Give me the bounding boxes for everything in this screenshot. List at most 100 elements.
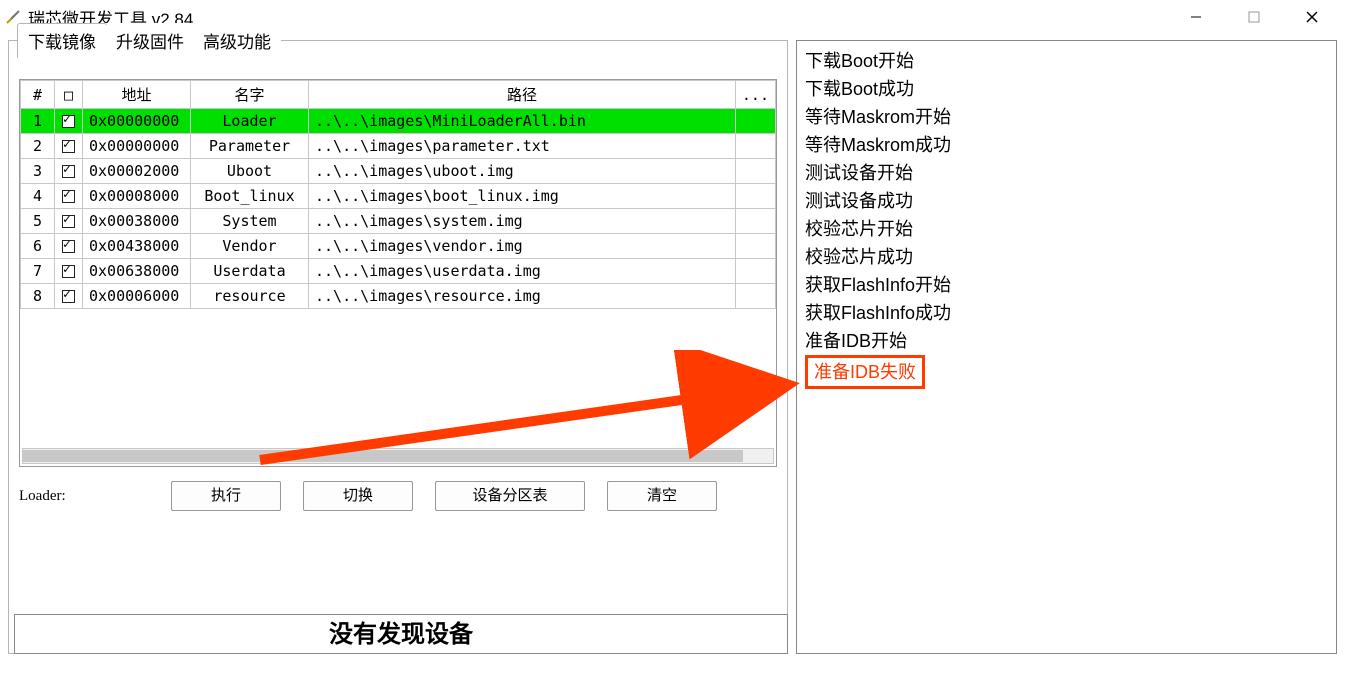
log-line: 等待Maskrom开始 xyxy=(805,103,1328,131)
log-line: 准备IDB开始 xyxy=(805,327,1328,355)
cell-path: ..\..\images\MiniLoaderAll.bin xyxy=(309,109,736,134)
cell-name: Parameter xyxy=(191,134,309,159)
col-num[interactable]: # xyxy=(21,81,55,109)
cell-path: ..\..\images\boot_linux.img xyxy=(309,184,736,209)
cell-addr: 0x00008000 xyxy=(83,184,191,209)
checkbox-icon[interactable] xyxy=(62,190,75,203)
cell-addr: 0x00438000 xyxy=(83,234,191,259)
cell-addr: 0x00000000 xyxy=(83,134,191,159)
cell-dots[interactable] xyxy=(735,259,775,284)
cell-addr: 0x00002000 xyxy=(83,159,191,184)
cell-path: ..\..\images\uboot.img xyxy=(309,159,736,184)
cell-path: ..\..\images\system.img xyxy=(309,209,736,234)
partition-button[interactable]: 设备分区表 xyxy=(435,481,585,511)
cell-num: 4 xyxy=(21,184,55,209)
cell-dots[interactable] xyxy=(735,159,775,184)
col-path[interactable]: 路径 xyxy=(309,81,736,109)
table-row[interactable]: 6 0x00438000Vendor..\..\images\vendor.img xyxy=(21,234,776,259)
cell-num: 1 xyxy=(21,109,55,134)
log-panel: 下载Boot开始下载Boot成功等待Maskrom开始等待Maskrom成功测试… xyxy=(796,40,1337,654)
log-line-error: 准备IDB失败 xyxy=(805,355,1328,389)
cell-chk[interactable] xyxy=(55,259,83,284)
cell-name: Userdata xyxy=(191,259,309,284)
col-dots[interactable]: ... xyxy=(735,81,775,109)
cell-chk[interactable] xyxy=(55,234,83,259)
log-line: 等待Maskrom成功 xyxy=(805,131,1328,159)
partition-table-wrap: # □ 地址 名字 路径 ... 10x00000000Loader..\..\… xyxy=(19,79,777,467)
log-line: 测试设备成功 xyxy=(805,187,1328,215)
cell-chk[interactable] xyxy=(55,284,83,309)
cell-chk[interactable] xyxy=(55,109,83,134)
cell-chk[interactable] xyxy=(55,209,83,234)
table-row[interactable]: 2 0x00000000Parameter..\..\images\paramet… xyxy=(21,134,776,159)
cell-addr: 0x00638000 xyxy=(83,259,191,284)
cell-chk[interactable] xyxy=(55,134,83,159)
cell-name: System xyxy=(191,209,309,234)
checkbox-icon[interactable] xyxy=(62,240,75,253)
cell-addr: 0x00038000 xyxy=(83,209,191,234)
tab-upgrade[interactable]: 升级固件 xyxy=(106,23,194,58)
cell-addr: 0x00000000 xyxy=(83,109,191,134)
col-name[interactable]: 名字 xyxy=(191,81,309,109)
table-row[interactable]: 4 0x00008000Boot_linux..\..\images\boot_l… xyxy=(21,184,776,209)
execute-button[interactable]: 执行 xyxy=(171,481,281,511)
cell-name: resource xyxy=(191,284,309,309)
cell-name: Boot_linux xyxy=(191,184,309,209)
log-line: 下载Boot成功 xyxy=(805,75,1328,103)
cell-dots[interactable] xyxy=(735,234,775,259)
cell-path: ..\..\images\userdata.img xyxy=(309,259,736,284)
clear-button[interactable]: 清空 xyxy=(607,481,717,511)
cell-dots[interactable] xyxy=(735,109,775,134)
cell-path: ..\..\images\vendor.img xyxy=(309,234,736,259)
checkbox-icon[interactable] xyxy=(62,165,75,178)
checkbox-icon[interactable] xyxy=(62,115,75,128)
switch-button[interactable]: 切换 xyxy=(303,481,413,511)
cell-num: 8 xyxy=(21,284,55,309)
cell-path: ..\..\images\parameter.txt xyxy=(309,134,736,159)
checkbox-icon[interactable] xyxy=(62,140,75,153)
cell-name: Uboot xyxy=(191,159,309,184)
table-row[interactable]: 1 0x00000000Loader..\..\images\MiniLoader… xyxy=(21,109,776,134)
checkbox-icon[interactable] xyxy=(62,265,75,278)
log-line: 获取FlashInfo开始 xyxy=(805,271,1328,299)
cell-num: 6 xyxy=(21,234,55,259)
cell-num: 3 xyxy=(21,159,55,184)
table-row[interactable]: 7 0x00638000Userdata..\..\images\userdata… xyxy=(21,259,776,284)
loader-label: Loader: xyxy=(19,488,149,505)
log-line: 校验芯片开始 xyxy=(805,215,1328,243)
tab-download[interactable]: 下载镜像 xyxy=(17,23,107,58)
cell-name: Loader xyxy=(191,109,309,134)
log-line: 获取FlashInfo成功 xyxy=(805,299,1328,327)
cell-dots[interactable] xyxy=(735,184,775,209)
cell-dots[interactable] xyxy=(735,209,775,234)
col-addr[interactable]: 地址 xyxy=(83,81,191,109)
log-line: 测试设备开始 xyxy=(805,159,1328,187)
close-button[interactable] xyxy=(1283,3,1341,31)
checkbox-icon[interactable] xyxy=(62,290,75,303)
tab-advanced[interactable]: 高级功能 xyxy=(193,23,281,58)
left-panel: 下载镜像 升级固件 高级功能 # □ 地址 名字 路径 ... 10x00000… xyxy=(8,40,788,654)
cell-num: 2 xyxy=(21,134,55,159)
table-row[interactable]: 5 0x00038000System..\..\images\system.img xyxy=(21,209,776,234)
cell-chk[interactable] xyxy=(55,184,83,209)
cell-dots[interactable] xyxy=(735,134,775,159)
cell-num: 7 xyxy=(21,259,55,284)
maximize-button[interactable] xyxy=(1225,3,1283,31)
cell-name: Vendor xyxy=(191,234,309,259)
partition-table: # □ 地址 名字 路径 ... 10x00000000Loader..\..\… xyxy=(20,80,776,309)
log-line: 下载Boot开始 xyxy=(805,47,1328,75)
minimize-button[interactable] xyxy=(1167,3,1225,31)
tabs: 下载镜像 升级固件 高级功能 xyxy=(17,23,280,58)
cell-dots[interactable] xyxy=(735,284,775,309)
table-row[interactable]: 80x00006000resource..\..\images\resource… xyxy=(21,284,776,309)
button-row: Loader: 执行 切换 设备分区表 清空 xyxy=(19,481,777,511)
table-row[interactable]: 3 0x00002000Uboot..\..\images\uboot.img xyxy=(21,159,776,184)
cell-chk[interactable] xyxy=(55,159,83,184)
col-chk[interactable]: □ xyxy=(55,81,83,109)
checkbox-icon[interactable] xyxy=(62,215,75,228)
horizontal-scrollbar[interactable] xyxy=(22,448,774,464)
cell-num: 5 xyxy=(21,209,55,234)
cell-path: ..\..\images\resource.img xyxy=(309,284,736,309)
status-bar: 没有发现设备 xyxy=(14,614,788,654)
log-line: 校验芯片成功 xyxy=(805,243,1328,271)
